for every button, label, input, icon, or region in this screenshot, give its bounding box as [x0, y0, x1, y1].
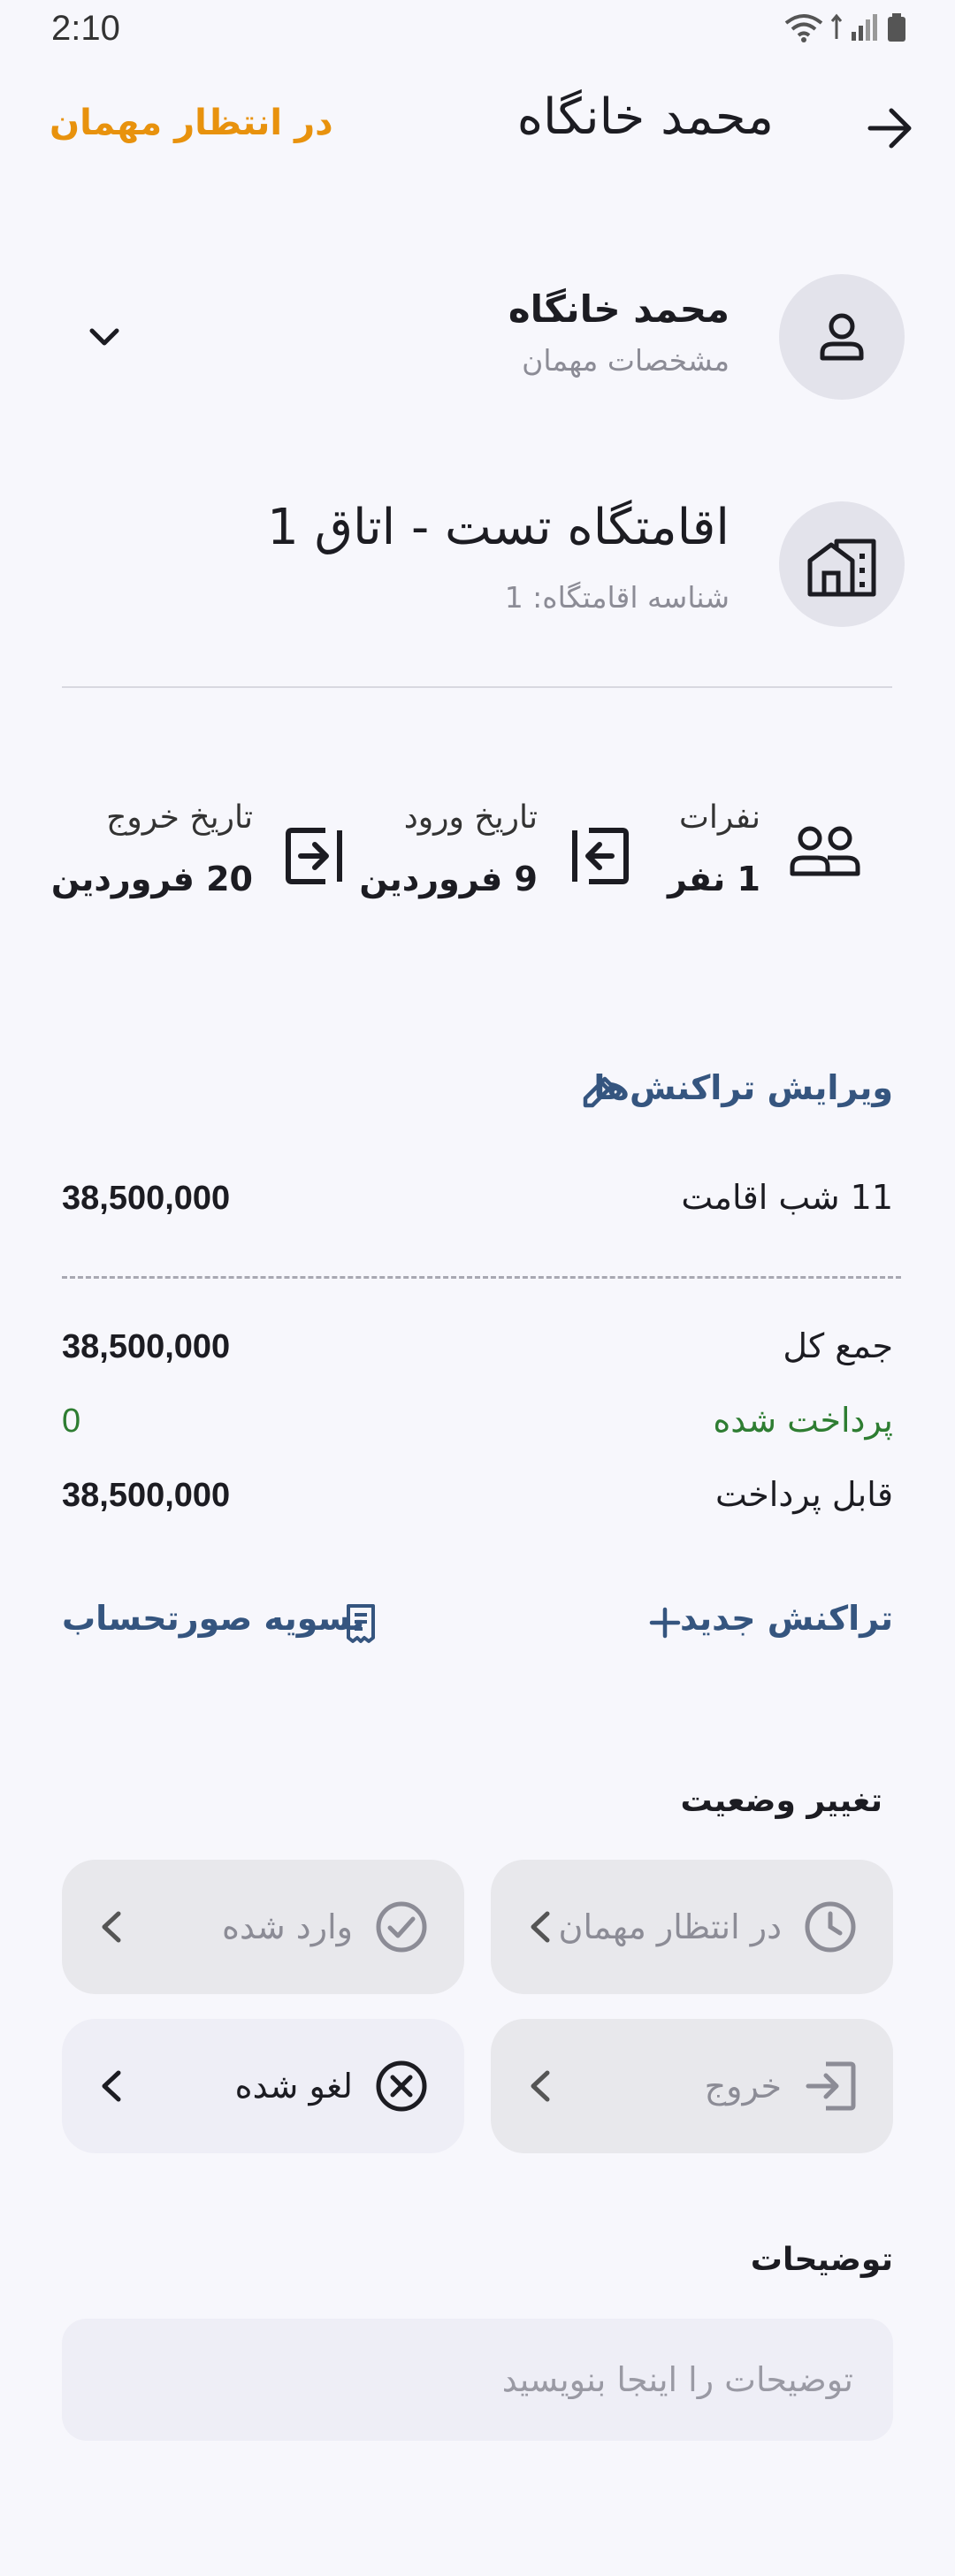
guest-avatar [779, 274, 905, 400]
accommodation-name: اقامتگاه تست - اتاق 1 [267, 499, 730, 556]
status-bar-icons [784, 12, 906, 42]
checkin-icon [572, 828, 629, 884]
page-title: محمد خانگاه [516, 88, 774, 146]
person-icon [820, 313, 864, 361]
checkout-value: 20 فروردین [50, 860, 253, 898]
status-option-label: وارد شده [222, 1907, 353, 1946]
pencil-icon[interactable] [580, 1072, 619, 1111]
clock-icon [805, 1901, 856, 1953]
notes-field[interactable] [62, 2319, 893, 2441]
plus-icon[interactable] [648, 1606, 682, 1640]
chevron-left-icon [531, 2070, 550, 2102]
exit-icon [806, 2061, 856, 2111]
paid-label: پرداخت شده [713, 1401, 893, 1440]
status-option-waiting[interactable]: در انتظار مهمان [491, 1860, 893, 1994]
chevron-left-icon [102, 2070, 121, 2102]
battery-icon [888, 13, 905, 42]
paid-value: 0 [62, 1403, 81, 1440]
building-icon [807, 539, 876, 597]
edit-transactions-link[interactable]: ویرایش تراکنش‌ها [593, 1068, 893, 1107]
checkin-value: 9 فروردین [359, 860, 538, 898]
wifi-icon [784, 14, 823, 42]
data-arrows-icon [830, 13, 843, 39]
notes-title: توضیحات [750, 2242, 893, 2278]
guest-subtitle: مشخصات مهمان [522, 343, 730, 378]
new-transaction-button[interactable]: تراکنش جدید [680, 1599, 893, 1638]
total-value: 38,500,000 [62, 1328, 231, 1365]
payable-value: 38,500,000 [62, 1477, 231, 1514]
status-option-checkout[interactable]: خروج [491, 2019, 893, 2153]
accommodation-avatar [779, 501, 905, 627]
chevron-down-icon[interactable] [83, 320, 126, 355]
cancel-circle-icon [376, 2060, 427, 2112]
status-option-label: در انتظار مهمان [558, 1907, 782, 1946]
divider [62, 686, 892, 688]
checkin-label: تاریخ ورود [403, 799, 538, 836]
status-option-checked-in[interactable]: وارد شده [62, 1860, 464, 1994]
guest-name: محمد خانگاه [508, 287, 730, 331]
checkout-icon [286, 828, 342, 884]
people-label: نفرات [679, 799, 760, 836]
receipt-icon[interactable] [341, 1602, 380, 1645]
stay-nights-label: 11 شب اقامت [681, 1178, 893, 1217]
checkout-label: تاریخ خروج [106, 799, 253, 836]
check-circle-icon [376, 1901, 427, 1953]
current-status-link[interactable]: در انتظار مهمان [50, 103, 333, 143]
settle-invoice-button[interactable]: تسویه صورتحساب [62, 1599, 365, 1638]
chevron-left-icon [102, 1911, 121, 1943]
status-option-label: لغو شده [234, 2067, 353, 2106]
stay-nights-value: 38,500,000 [62, 1180, 231, 1217]
dashed-divider [62, 1276, 901, 1279]
payable-label: قابل پرداخت [714, 1475, 893, 1514]
status-change-title: تغییر وضعیت [680, 1783, 882, 1819]
accommodation-id: شناسه اقامتگاه: 1 [504, 580, 730, 615]
signal-icon [852, 14, 877, 41]
people-value: 1 نفر [668, 860, 760, 898]
total-label: جمع کل [783, 1326, 893, 1365]
status-bar-time: 2:10 [51, 9, 120, 48]
status-option-cancelled[interactable]: لغو شده [62, 2019, 464, 2153]
notes-input[interactable] [102, 2360, 853, 2399]
back-arrow-icon[interactable] [865, 103, 914, 153]
chevron-left-icon [531, 1911, 550, 1943]
people-icon [790, 826, 860, 876]
status-option-label: خروج [704, 2067, 782, 2106]
